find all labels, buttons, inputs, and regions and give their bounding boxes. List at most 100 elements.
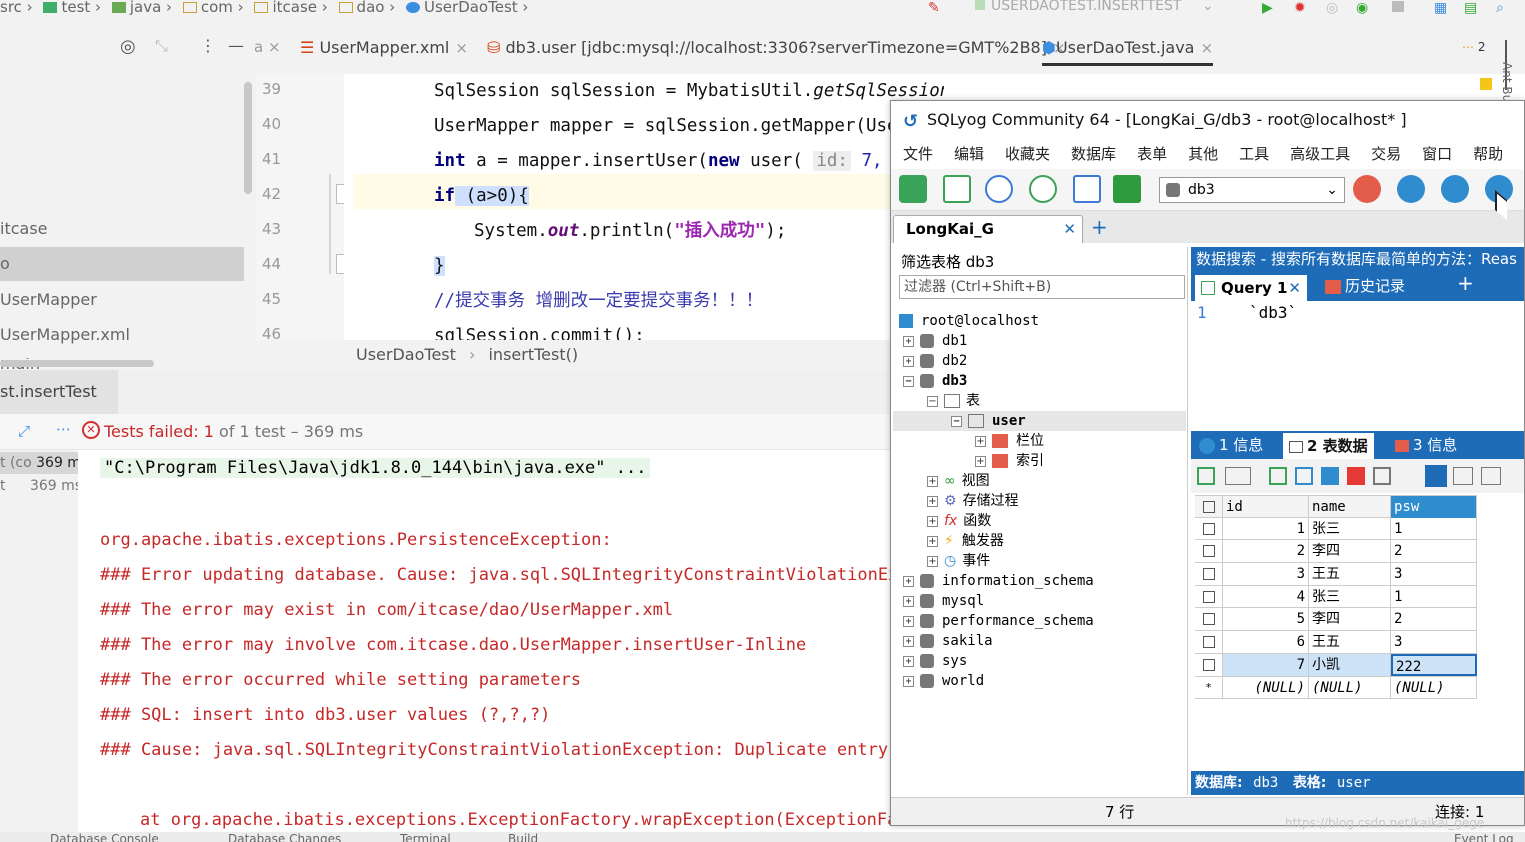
menu-database[interactable]: 数据库 <box>1071 139 1116 169</box>
tool-tab-database-changes[interactable]: Database Changes <box>228 832 341 842</box>
table-row[interactable]: 2 李四 2 <box>1195 540 1477 564</box>
delete-icon[interactable] <box>1347 467 1365 485</box>
tree-table-user[interactable]: − user <box>893 411 1186 431</box>
menu-edit[interactable]: 编辑 <box>954 139 984 169</box>
cell-name[interactable]: 王五 <box>1309 563 1391 586</box>
menu-table[interactable]: 表单 <box>1137 139 1167 169</box>
cell-psw[interactable]: 2 <box>1391 608 1477 631</box>
tree-db-db3[interactable]: − db3 <box>903 371 967 391</box>
tab-usermapper-xml[interactable]: ☰ UserMapper.xml × <box>300 28 468 68</box>
cell-id[interactable]: 5 <box>1223 608 1309 631</box>
console-output[interactable]: "C:\Program Files\Java\jdk1.8.0_144\bin\… <box>78 450 900 842</box>
shapes-icon[interactable] <box>1113 175 1141 203</box>
tree-db[interactable]: + db1 <box>903 331 967 351</box>
cell-psw[interactable]: 1 <box>1391 517 1477 540</box>
tree-views[interactable]: + ∞ 视图 <box>927 471 990 491</box>
tree-db[interactable]: + performance_schema <box>903 611 1094 631</box>
tree-db[interactable]: + db2 <box>903 351 967 371</box>
select-all-checkbox[interactable] <box>1195 496 1223 518</box>
row-checkbox[interactable] <box>1202 636 1215 649</box>
column-header-name[interactable]: name <box>1309 496 1391 518</box>
tab-userdaotest-java[interactable]: ⬢UserDaoTest.java × <box>1042 28 1214 66</box>
tree-procedures[interactable]: + ⚙ 存储过程 <box>927 491 1019 511</box>
query-tab[interactable]: Query 1 ✕ <box>1195 275 1307 301</box>
cell-psw[interactable]: 1 <box>1391 585 1477 608</box>
cell-id[interactable]: 2 <box>1223 540 1309 563</box>
new-query-icon[interactable] <box>943 175 971 203</box>
db-add-icon[interactable] <box>1397 175 1425 203</box>
row-checkbox[interactable] <box>1202 522 1215 535</box>
breadcrumb-item[interactable]: itcase › <box>254 0 328 15</box>
close-icon[interactable]: ✕ <box>1063 216 1076 242</box>
text-view-icon[interactable] <box>1481 467 1501 485</box>
add-row-icon[interactable] <box>1269 467 1287 485</box>
breadcrumb-method[interactable]: insertTest() <box>488 345 578 364</box>
tree-functions[interactable]: + fx 函数 <box>927 511 991 531</box>
minimize-icon[interactable]: — <box>228 36 244 55</box>
column-header-psw[interactable]: psw <box>1391 496 1477 518</box>
cell-name[interactable]: 王五 <box>1309 631 1391 654</box>
scrollbar[interactable] <box>244 82 252 194</box>
copy-row-icon[interactable] <box>1295 467 1313 485</box>
breadcrumb-item[interactable]: java › <box>111 0 172 15</box>
tree-columns[interactable]: + 栏位 <box>975 431 1044 451</box>
ant-build-tab[interactable]: Ant Bu <box>1500 62 1514 102</box>
cell-name[interactable]: 李四 <box>1309 608 1391 631</box>
execute-edit-icon[interactable] <box>1073 175 1101 203</box>
form-view-icon[interactable] <box>1453 467 1473 485</box>
cell-name[interactable]: 张三 <box>1309 517 1391 540</box>
tree-events[interactable]: + ◷ 事件 <box>927 551 990 571</box>
row-checkbox[interactable] <box>1202 613 1215 626</box>
row-checkbox[interactable] <box>1202 545 1215 558</box>
row-checkbox[interactable] <box>1202 590 1215 603</box>
run-config-select[interactable]: USERDAOTEST.INSERTTEST ⌄ <box>975 0 1240 14</box>
cell-id[interactable]: 7 <box>1223 653 1309 676</box>
hammer-icon[interactable]: ✎ <box>928 0 944 16</box>
close-icon[interactable]: ✕ <box>1288 275 1301 301</box>
collapse-icon[interactable]: ⤡ <box>155 36 168 56</box>
menu-advanced-tools[interactable]: 高级工具 <box>1290 139 1350 169</box>
tree-db[interactable]: + sakila <box>903 631 993 651</box>
result-tab-table-data[interactable]: 2 表数据 <box>1283 433 1374 459</box>
cell-id[interactable]: 6 <box>1223 631 1309 654</box>
test-tree-item[interactable]: t 369 ms <box>0 478 82 494</box>
session-tab[interactable]: LongKai_G ✕ <box>893 215 1083 243</box>
cancel-icon[interactable] <box>1373 467 1391 485</box>
cell-name[interactable]: 李四 <box>1309 540 1391 563</box>
breadcrumb-item[interactable]: src › <box>0 0 33 15</box>
sdk-icon[interactable]: ▤ <box>1464 0 1477 16</box>
breadcrumb-item[interactable]: dao › <box>338 0 395 15</box>
cell-id[interactable]: 3 <box>1223 563 1309 586</box>
sql-editor[interactable]: 1 `db3` <box>1191 301 1524 431</box>
cell-psw[interactable]: 222 <box>1391 653 1477 676</box>
search-banner[interactable]: 数据搜索 - 搜索所有数据库最简单的方法：Reas <box>1191 247 1524 271</box>
breadcrumb-item[interactable]: UserDaoTest › <box>406 0 528 15</box>
stop-icon[interactable] <box>1392 1 1404 12</box>
code-editor[interactable]: SqlSession sqlSession = MybatisUtil.getS… <box>344 74 944 340</box>
save-icon[interactable] <box>1321 467 1339 485</box>
table-row[interactable]: 6 王五 3 <box>1195 631 1477 654</box>
table-row-new[interactable]: * (NULL) (NULL) (NULL) <box>1195 676 1477 700</box>
menu-favorites[interactable]: 收藏夹 <box>1005 139 1050 169</box>
grid-view-icon[interactable] <box>1425 465 1447 487</box>
result-tab-info[interactable]: 1 信息 <box>1199 431 1263 459</box>
result-tab-info-3[interactable]: 3 信息 <box>1395 431 1457 459</box>
profile-icon[interactable]: ◉ <box>1356 0 1368 16</box>
column-header-id[interactable]: id <box>1223 496 1309 518</box>
menu-other[interactable]: 其他 <box>1188 139 1218 169</box>
user-manager-icon[interactable] <box>1353 175 1381 203</box>
tab-db3-user[interactable]: ⛁ db3.user [jdbc:mysql://localhost:3306?… <box>487 28 1066 68</box>
structure-icon[interactable]: ▦ <box>1434 0 1447 16</box>
history-tab[interactable]: 历史记录 <box>1325 275 1405 297</box>
close-icon[interactable]: × <box>1200 39 1213 57</box>
more-vert-icon[interactable]: ⋮ <box>200 36 216 55</box>
coverage-icon[interactable]: ◎ <box>1326 0 1338 16</box>
tool-tab-event-log[interactable]: Event Log <box>1454 832 1514 842</box>
tool-tab-build[interactable]: Build <box>508 832 538 842</box>
test-tree-item[interactable]: t (co 369 ms <box>0 452 78 474</box>
cell-id[interactable]: (NULL) <box>1223 676 1309 699</box>
cell-id[interactable]: 1 <box>1223 517 1309 540</box>
breadcrumb-item[interactable]: test › <box>43 0 101 15</box>
table-row[interactable]: 4 张三 1 <box>1195 585 1477 609</box>
row-checkbox[interactable] <box>1202 568 1215 581</box>
